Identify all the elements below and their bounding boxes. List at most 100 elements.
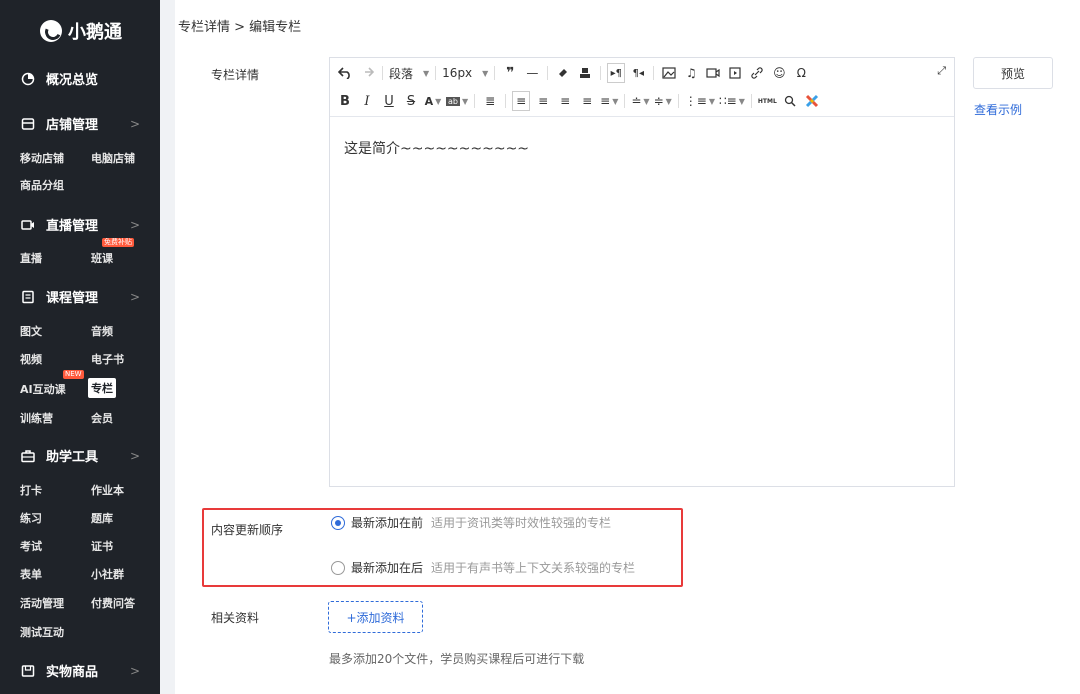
quote-icon[interactable]: ❞ bbox=[501, 63, 519, 83]
view-example-link[interactable]: 查看示例 bbox=[974, 101, 1022, 118]
radio-button-checked[interactable] bbox=[331, 515, 345, 530]
sidebar-item-test-interact[interactable]: 测试互动 bbox=[20, 624, 64, 640]
sidebar-item-homework[interactable]: 作业本 bbox=[91, 482, 124, 498]
sidebar-item-graphic[interactable]: 图文 bbox=[20, 323, 42, 339]
sidebar: 小鹅通 概况总览 店铺管理 > 移动店铺 电脑店铺 商品分组 直播管理 > 免费… bbox=[0, 0, 160, 694]
sidebar-item-label: 概况总览 bbox=[46, 73, 99, 88]
music-icon[interactable]: ♫ bbox=[682, 63, 700, 83]
indent-icon[interactable]: ≣ bbox=[481, 91, 499, 111]
chevron-right-icon: > bbox=[129, 116, 140, 131]
sidebar-item-audio[interactable]: 音频 bbox=[91, 323, 113, 339]
font-color-icon[interactable]: A ▼ bbox=[424, 91, 442, 111]
live-icon bbox=[20, 217, 36, 233]
preview-button[interactable]: 预览 bbox=[973, 57, 1053, 89]
format-painter-icon[interactable] bbox=[554, 63, 572, 83]
toolbar-divider bbox=[474, 94, 476, 108]
sidebar-item-column[interactable]: 专栏 bbox=[88, 378, 116, 398]
logo[interactable]: 小鹅通 bbox=[40, 18, 122, 44]
sidebar-group-product[interactable]: 实物商品 > bbox=[20, 661, 140, 680]
paragraph-spacing-before-icon[interactable]: ≐ ▼ bbox=[631, 91, 649, 111]
undo-icon[interactable] bbox=[336, 63, 354, 83]
highlight-color-icon[interactable]: ab ▼ bbox=[446, 91, 468, 111]
sidebar-item-certificate[interactable]: 证书 bbox=[91, 538, 113, 554]
sidebar-item-ai-course[interactable]: AI互动课 bbox=[20, 381, 66, 397]
video-icon[interactable] bbox=[704, 63, 722, 83]
radio-button[interactable] bbox=[331, 560, 345, 575]
chevron-right-icon: > bbox=[129, 448, 140, 463]
italic-icon[interactable]: I bbox=[358, 91, 376, 111]
fullscreen-icon[interactable]: ⤢ bbox=[937, 64, 946, 78]
redo-icon[interactable] bbox=[358, 63, 376, 83]
option-description: 适用于资讯类等时效性较强的专栏 bbox=[431, 516, 612, 530]
sidebar-item-mobile-store[interactable]: 移动店铺 bbox=[20, 150, 64, 166]
course-icon bbox=[20, 289, 36, 305]
sidebar-item-video[interactable]: 视频 bbox=[20, 351, 42, 367]
toolbar-divider bbox=[505, 94, 507, 108]
font-size-value: 16px bbox=[442, 66, 473, 80]
clear-format-icon[interactable] bbox=[576, 63, 594, 83]
underline-icon[interactable]: U bbox=[380, 91, 398, 111]
ordered-list-icon[interactable]: ⋮≡ ▼ bbox=[685, 91, 715, 111]
sidebar-item-form[interactable]: 表单 bbox=[20, 566, 42, 582]
image-icon[interactable] bbox=[660, 63, 678, 83]
sidebar-item-exam[interactable]: 考试 bbox=[20, 538, 42, 554]
align-justify-icon[interactable]: ≡ bbox=[578, 91, 596, 111]
emoji-icon[interactable]: ☺ bbox=[770, 63, 788, 83]
paragraph-select[interactable]: 段落 ▼ bbox=[389, 63, 429, 83]
chevron-right-icon: > bbox=[129, 217, 140, 232]
add-material-button[interactable]: +添加资料 bbox=[328, 601, 423, 633]
media-icon[interactable] bbox=[726, 63, 744, 83]
search-replace-icon[interactable] bbox=[781, 91, 799, 111]
sidebar-item-class[interactable]: 班课 bbox=[91, 250, 113, 266]
editor-content[interactable]: 这是简介~~~~~~~~~~~ bbox=[344, 138, 529, 158]
sidebar-item-ebook[interactable]: 电子书 bbox=[91, 351, 124, 367]
toolbar-divider bbox=[653, 66, 655, 80]
sidebar-group-course[interactable]: 课程管理 > bbox=[20, 287, 140, 306]
sidebar-item-member[interactable]: 会员 bbox=[91, 410, 113, 426]
sidebar-item-overview[interactable]: 概况总览 bbox=[20, 69, 140, 88]
strikethrough-icon[interactable]: S bbox=[402, 91, 420, 111]
sidebar-group-tools[interactable]: 助学工具 > bbox=[20, 446, 140, 465]
html-source-icon[interactable]: HTML bbox=[758, 91, 777, 111]
align-left-icon[interactable]: ≡ bbox=[512, 91, 531, 111]
special-char-icon[interactable]: Ω bbox=[792, 63, 810, 83]
sidebar-item-community[interactable]: 小社群 bbox=[91, 566, 124, 582]
material-label: 相关资料 bbox=[211, 611, 260, 625]
sidebar-item-live[interactable]: 直播 bbox=[20, 250, 42, 266]
sidebar-group-live[interactable]: 直播管理 > bbox=[20, 215, 140, 234]
sidebar-group-store[interactable]: 店铺管理 > bbox=[20, 114, 140, 133]
align-right-icon[interactable]: ≡ bbox=[556, 91, 574, 111]
rtl-icon[interactable]: ¶◂ bbox=[629, 63, 647, 83]
sidebar-item-product-group[interactable]: 商品分组 bbox=[20, 177, 64, 193]
sidebar-divider bbox=[160, 0, 175, 694]
link-icon[interactable] bbox=[748, 63, 766, 83]
option-label: 最新添加在后 bbox=[351, 561, 424, 575]
sidebar-item-checkin[interactable]: 打卡 bbox=[20, 482, 42, 498]
sidebar-group-label: 直播管理 bbox=[46, 219, 99, 234]
toolbar-divider bbox=[382, 66, 383, 80]
bold-icon[interactable]: B bbox=[336, 91, 354, 111]
plugin-icon[interactable] bbox=[803, 91, 821, 111]
toolbar-divider bbox=[677, 94, 679, 108]
order-option-newest-last[interactable]: 最新添加在后 适用于有声书等上下文关系较强的专栏 bbox=[331, 559, 635, 576]
font-size-select[interactable]: 16px ▼ bbox=[442, 63, 488, 83]
sidebar-item-training[interactable]: 训练营 bbox=[20, 410, 53, 426]
paragraph-spacing-after-icon[interactable]: ≑ ▼ bbox=[654, 91, 672, 111]
unordered-list-icon[interactable]: ∷≡ ▼ bbox=[719, 91, 745, 111]
toolbar-divider bbox=[435, 66, 437, 80]
rich-text-editor[interactable]: 段落 ▼ 16px ▼ ❞ — ▸¶ ¶◂ ♫ ☺ Ω ⤢ B I U S A … bbox=[329, 57, 955, 487]
sidebar-item-question-bank[interactable]: 题库 bbox=[91, 510, 113, 526]
toolbar-divider bbox=[547, 66, 549, 80]
sidebar-item-practice[interactable]: 练习 bbox=[20, 510, 42, 526]
logo-text: 小鹅通 bbox=[68, 22, 122, 43]
order-option-newest-first[interactable]: 最新添加在前 适用于资讯类等时效性较强的专栏 bbox=[331, 514, 611, 531]
line-height-icon[interactable]: ≡ ▼ bbox=[600, 91, 618, 111]
horizontal-rule-icon[interactable]: — bbox=[523, 63, 541, 83]
align-center-icon[interactable]: ≡ bbox=[534, 91, 552, 111]
sidebar-group-label: 助学工具 bbox=[46, 450, 99, 465]
sidebar-item-paid-qa[interactable]: 付费问答 bbox=[91, 595, 135, 611]
sidebar-group-label: 课程管理 bbox=[46, 291, 99, 306]
ltr-icon[interactable]: ▸¶ bbox=[607, 63, 626, 83]
sidebar-item-pc-store[interactable]: 电脑店铺 bbox=[91, 150, 135, 166]
sidebar-item-activity[interactable]: 活动管理 bbox=[20, 595, 64, 611]
